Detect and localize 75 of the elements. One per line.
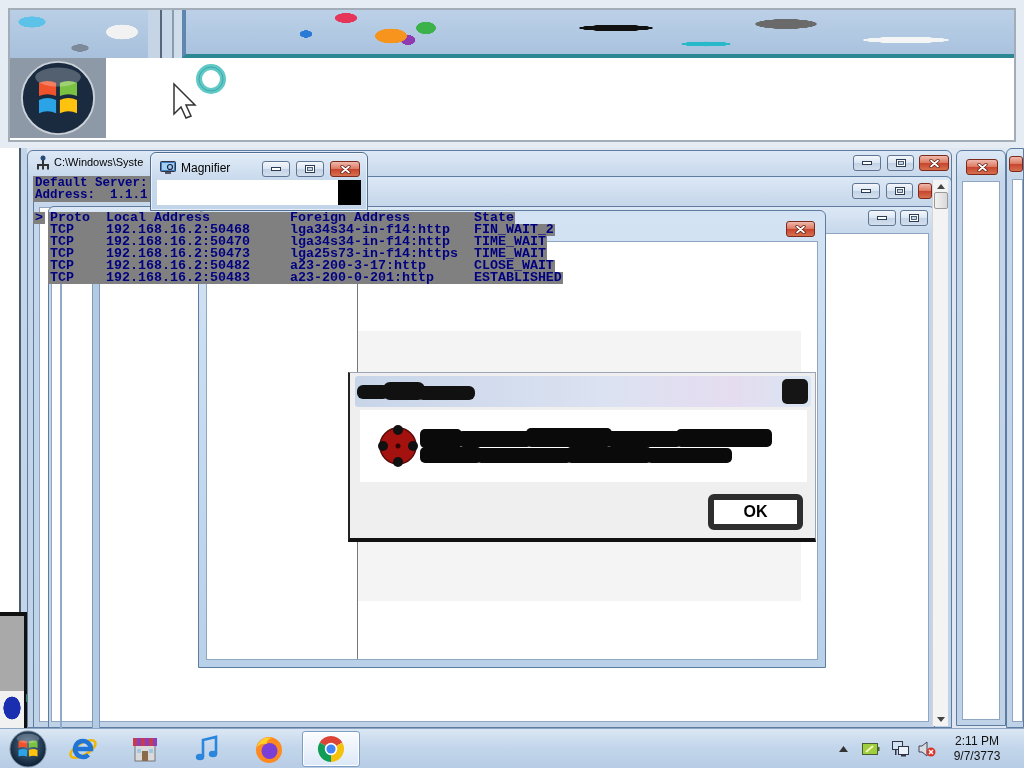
minimize-button[interactable] [868, 210, 896, 226]
scrollbar[interactable] [932, 180, 948, 726]
table-cell-text: a23-200-3-17:http [289, 260, 426, 272]
maximize-icon[interactable] [909, 214, 919, 222]
maximize-button[interactable] [900, 210, 928, 226]
network-node-icon [36, 155, 50, 170]
table-cell-text: TCP [50, 272, 75, 284]
scroll-up-icon[interactable] [936, 184, 945, 189]
column-header: Foreign Address [289, 212, 410, 224]
table-cell-text: 192.168.16.2:50473 [106, 248, 251, 260]
chevron-up-icon[interactable] [839, 745, 848, 752]
preview-pane [338, 180, 361, 205]
ok-button[interactable]: OK [708, 494, 803, 530]
close-button[interactable] [786, 221, 815, 237]
busy-cursor-icon [172, 62, 228, 120]
table-cell: TIME_WAIT [473, 248, 546, 260]
table-cell-text: TCP [50, 236, 75, 248]
table-cell-text: TCP [50, 248, 75, 260]
table-cell: TIME_WAIT [473, 236, 546, 248]
minimize-button[interactable] [852, 183, 880, 199]
table-cell-text: TCP [50, 224, 75, 236]
battery-icon[interactable] [862, 741, 880, 756]
maximize-button[interactable] [296, 161, 324, 177]
close-button[interactable] [966, 159, 998, 175]
close-icon[interactable] [795, 224, 806, 234]
ring-logo-icon[interactable] [316, 733, 346, 764]
close-icon[interactable] [976, 162, 988, 172]
window-title: C:\Windows\Syste [54, 155, 144, 169]
close-icon[interactable] [928, 158, 940, 168]
maximize-icon[interactable] [305, 165, 315, 173]
table-cell-text: 192.168.16.2:50470 [106, 236, 251, 248]
close-button[interactable] [330, 161, 360, 177]
table-cell-text: 192.168.16.2:50482 [106, 260, 251, 272]
table-cell-text: TCP [50, 260, 75, 272]
table-cell-text: lga34s34-in-f14:http [289, 236, 450, 248]
maximize-button[interactable] [886, 183, 913, 199]
maximize-icon[interactable] [894, 187, 905, 195]
table-cell-text: 192.168.16.2:50483 [106, 272, 251, 284]
error-icon [378, 424, 418, 468]
column-header: State [473, 212, 514, 224]
scroll-down-icon[interactable] [936, 717, 945, 722]
table-cell: FIN_WAIT_2 [473, 224, 554, 236]
maximize-button[interactable] [887, 155, 914, 171]
maximize-icon[interactable] [895, 159, 906, 167]
taskbar-button[interactable] [302, 730, 360, 767]
close-icon[interactable] [339, 164, 351, 174]
monitor-icon [160, 161, 176, 175]
table-cell-text: lga34s34-in-f14:http [289, 224, 451, 236]
speaker-muted-icon[interactable] [918, 740, 936, 757]
window-title: Magnifier [181, 161, 231, 176]
close-button[interactable] [919, 155, 949, 171]
table-cell: ESTABLISHED [473, 272, 562, 284]
console-line: Default Server: [35, 177, 149, 189]
minimize-icon[interactable] [861, 189, 871, 193]
scroll-thumb[interactable] [933, 192, 948, 209]
window-frame [148, 10, 182, 58]
table-cell-text: 192.168.16.2:50468 [106, 224, 251, 236]
minimize-button[interactable] [262, 161, 290, 177]
table-cell-text: lga25s73-in-f14:https [289, 248, 459, 260]
clock-time[interactable]: 2:11 PM [955, 733, 999, 749]
close-button[interactable] [1009, 156, 1023, 172]
minimize-icon[interactable] [862, 161, 872, 165]
minimize-icon[interactable] [271, 167, 281, 171]
table-cell: CLOSE_WAIT [473, 260, 554, 272]
table-cell-text: a23-200-0-201:http [289, 272, 435, 284]
clock-date[interactable]: 9/7/3773 [953, 748, 1001, 764]
close-button[interactable] [918, 183, 932, 199]
console-line: Address: 1.1.1 [35, 189, 149, 201]
minimize-button[interactable] [853, 155, 881, 171]
minimize-icon[interactable] [877, 216, 887, 220]
network-icon[interactable] [892, 740, 910, 757]
column-header: Local Address [106, 212, 210, 224]
close-button[interactable] [782, 379, 808, 404]
prompt-marker: > [33, 212, 45, 224]
column-header: Proto [50, 212, 91, 224]
